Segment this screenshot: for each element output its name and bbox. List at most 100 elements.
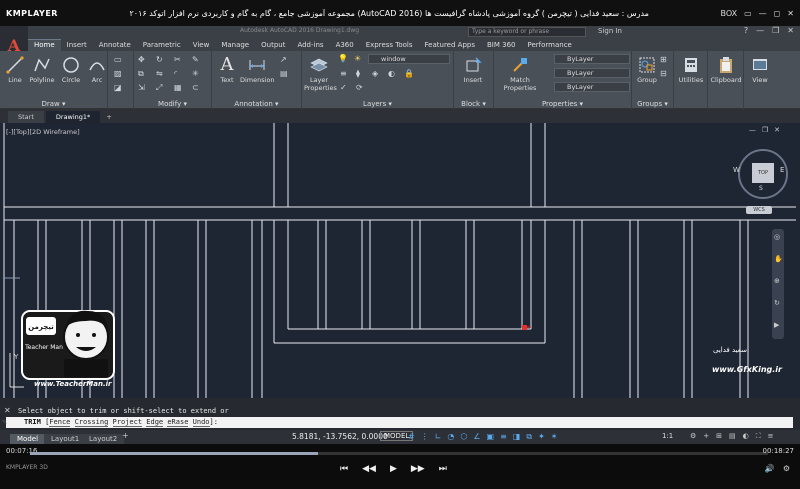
layers-panel-title[interactable]: Layers ▾ [302, 100, 453, 108]
tab-manage[interactable]: Manage [215, 40, 255, 51]
object-snap-icon[interactable]: ▣ [487, 432, 495, 442]
tab-bim-360[interactable]: BIM 360 [481, 40, 522, 51]
ungroup-icon[interactable]: ⊞ [660, 55, 667, 64]
layer-freeze-icon[interactable]: ☀ [354, 54, 361, 63]
dimension-button[interactable]: Dimension [240, 55, 275, 84]
object-snap-tracking-icon[interactable]: ∠ [473, 432, 480, 442]
snap-icon[interactable]: ⋮ [421, 432, 429, 442]
tab-home[interactable]: Home [28, 39, 61, 51]
match-properties-button[interactable]: Match Properties [502, 55, 538, 92]
showmotion-icon[interactable]: ▶ [774, 321, 779, 329]
layer-walk-icon[interactable]: ⟳ [356, 83, 363, 92]
offset-icon[interactable]: ⊂ [192, 83, 199, 92]
tab-performance[interactable]: Performance [521, 40, 577, 51]
search-input[interactable]: Type a keyword or phrase [468, 27, 586, 37]
orbit-icon[interactable]: ↻ [774, 299, 780, 307]
settings-icon[interactable]: ⚙ [783, 464, 790, 473]
fast-forward-icon[interactable]: ▶▶ [411, 464, 425, 474]
restore-icon[interactable]: ❐ [772, 26, 779, 35]
option-crossing[interactable]: Crossing [74, 418, 109, 427]
command-line-close-icon[interactable]: ✕ [4, 406, 11, 415]
option-undo[interactable]: Undo [192, 418, 210, 427]
volume-icon[interactable]: 🔊 [765, 464, 775, 473]
properties-panel-title[interactable]: Properties ▾ [494, 100, 631, 108]
layer-match-icon[interactable]: ⧫ [356, 69, 360, 78]
help-icon[interactable]: ? [744, 26, 748, 35]
pin-button[interactable]: ▭ [744, 9, 752, 18]
polar-icon[interactable]: ◔ [447, 432, 454, 442]
next-icon[interactable]: ⏭ [439, 464, 447, 474]
linetype-dropdown[interactable]: ByLayer [554, 68, 630, 78]
layer-dropdown[interactable]: window [368, 54, 450, 64]
wcs-menu[interactable]: WCS [746, 206, 772, 214]
rotate-icon[interactable]: ↻ [156, 55, 163, 64]
tab-featured-apps[interactable]: Featured Apps [419, 40, 481, 51]
transparency-icon[interactable]: ◨ [513, 432, 521, 442]
tab-insert[interactable]: Insert [61, 40, 93, 51]
mirror-icon[interactable]: ⇋ [156, 69, 163, 78]
clipboard-button[interactable]: Clipboard [710, 55, 742, 84]
insert-button[interactable]: Insert [460, 55, 486, 84]
quick-properties-icon[interactable]: ▤ [729, 432, 736, 441]
table-icon[interactable]: ▤ [280, 69, 288, 78]
minimize-icon[interactable]: — [756, 26, 764, 35]
layer-isolate-icon[interactable]: ◈ [372, 69, 378, 78]
maximize-button[interactable]: ◻ [774, 9, 781, 18]
arc-button[interactable]: Arc [84, 55, 110, 84]
tab-add-ins[interactable]: Add-ins [291, 40, 329, 51]
units-icon[interactable]: ⊞ [716, 432, 722, 441]
draw-panel-title[interactable]: Draw ▾ [0, 100, 107, 108]
viewport-restore-icon[interactable]: ❐ [762, 126, 768, 134]
layout-tab-layout1[interactable]: Layout1 [44, 434, 87, 444]
color-dropdown[interactable]: ByLayer [554, 54, 630, 64]
modify-panel-title[interactable]: Modify ▾ [134, 100, 211, 108]
groups-panel-title[interactable]: Groups ▾ [632, 100, 673, 108]
rectangle-icon[interactable]: ▭ [114, 55, 122, 64]
array-icon[interactable]: ▦ [174, 83, 182, 92]
tab-annotate[interactable]: Annotate [93, 40, 137, 51]
annotation-scale[interactable]: 1:1 [662, 432, 673, 440]
viewcube-west[interactable]: W [733, 166, 740, 174]
group-button[interactable]: Group [636, 55, 658, 84]
leader-icon[interactable]: ↗ [280, 55, 287, 64]
sign-in-button[interactable]: Sign In [598, 27, 622, 35]
box-button[interactable]: BOX [720, 9, 737, 18]
previous-icon[interactable]: ⏮ [340, 464, 348, 474]
option-fence[interactable]: Fence [49, 418, 71, 427]
hatch-icon[interactable]: ▨ [114, 69, 122, 78]
annotation-monitor-icon[interactable]: + [703, 432, 709, 441]
ortho-icon[interactable]: ∟ [435, 432, 442, 442]
viewport-close-icon[interactable]: ✕ [774, 126, 780, 134]
stretch-icon[interactable]: ⇲ [138, 83, 145, 92]
group-edit-icon[interactable]: ⊟ [660, 69, 667, 78]
tab-express-tools[interactable]: Express Tools [360, 40, 419, 51]
tab-parametric[interactable]: Parametric [137, 40, 187, 51]
doc-tab-start[interactable]: Start [8, 111, 44, 123]
isolate-objects-icon[interactable]: ◐ [743, 432, 749, 441]
rewind-icon[interactable]: ◀◀ [362, 464, 376, 474]
cursor-coordinates[interactable]: 5.8181, -13.7562, 0.0000 [292, 432, 388, 441]
lineweight-dropdown[interactable]: ByLayer [554, 82, 630, 92]
move-icon[interactable]: ✥ [138, 55, 145, 64]
isodraft-icon[interactable]: ⬡ [460, 432, 467, 442]
viewcube-top-face[interactable]: TOP [752, 163, 774, 183]
text-button[interactable]: A Text [214, 55, 240, 85]
option-erase[interactable]: eRase [167, 418, 189, 427]
annotation-panel-title[interactable]: Annotation ▾ [212, 100, 301, 108]
close-button[interactable]: ✕ [787, 9, 794, 18]
tab-a360[interactable]: A360 [330, 40, 360, 51]
scale-icon[interactable]: ⤢ [156, 83, 162, 93]
layer-off-icon[interactable]: ◐ [388, 69, 395, 78]
fullscreen-icon[interactable]: ⛶ [756, 432, 761, 441]
add-layout-icon[interactable]: + [122, 431, 129, 440]
viewport-controls-label[interactable]: [-][Top][2D Wireframe] [6, 128, 80, 136]
layer-lock-icon[interactable]: 🔒 [404, 69, 414, 78]
utilities-button[interactable]: Utilities [676, 55, 706, 84]
option-edge[interactable]: Edge [146, 418, 164, 427]
viewcube-south[interactable]: S [759, 185, 763, 192]
play-icon[interactable]: ▶ [390, 464, 397, 474]
gradient-icon[interactable]: ◪ [114, 83, 122, 92]
layout-tab-layout2[interactable]: Layout2 [82, 434, 125, 444]
layout-tab-model[interactable]: Model [10, 434, 46, 444]
3d-osnap-icon[interactable]: ✦ [538, 432, 545, 442]
